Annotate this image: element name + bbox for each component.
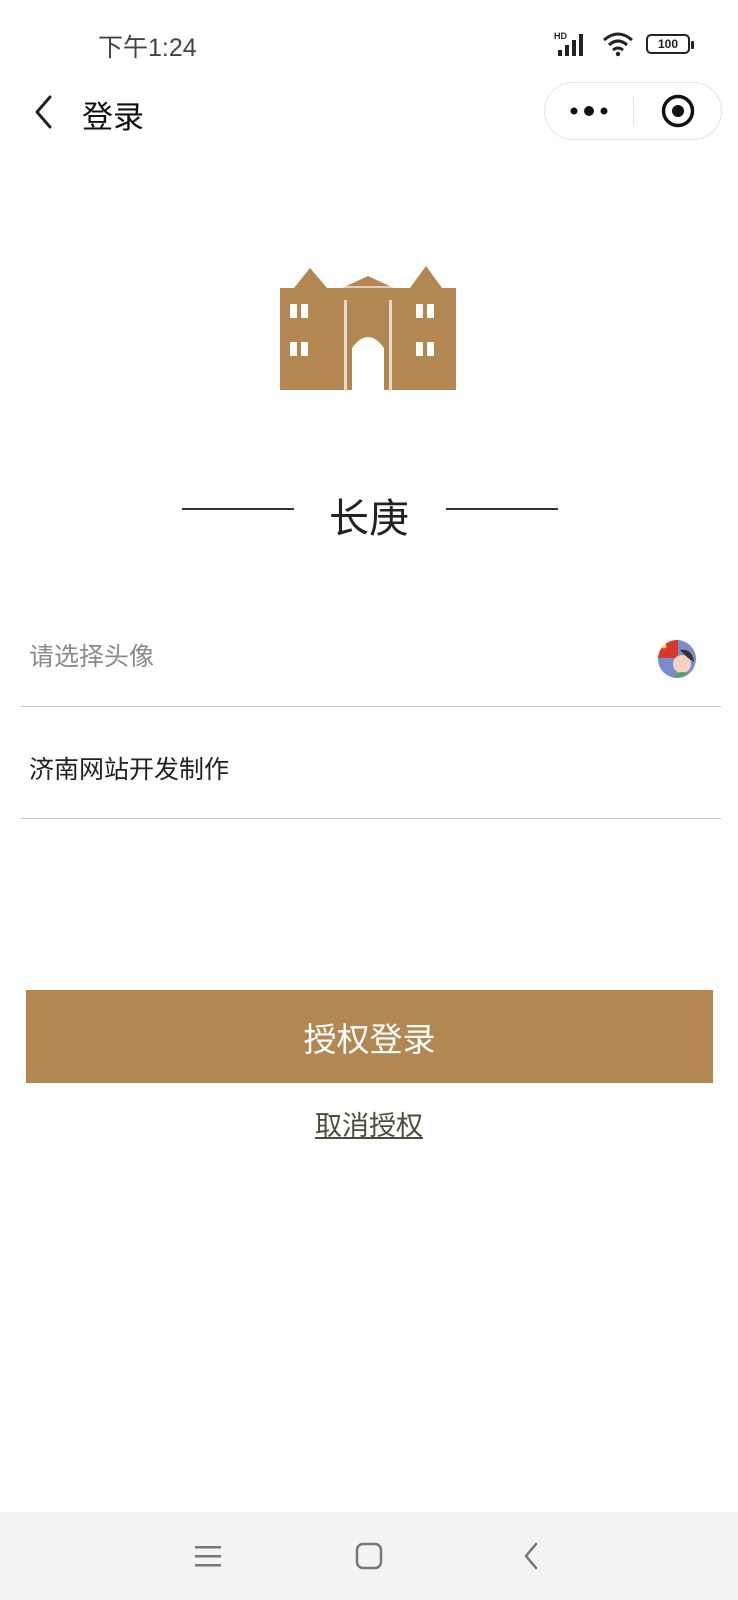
brand-name: 长庚 xyxy=(329,496,409,542)
status-icons: HD 100 xyxy=(554,28,694,60)
brand-divider-right xyxy=(446,508,558,510)
cancel-authorization-link[interactable]: 取消授权 xyxy=(0,1104,738,1143)
nickname-field[interactable]: 济南网站开发制作 xyxy=(29,750,229,786)
home-icon xyxy=(355,1542,383,1570)
status-time: 下午1:24 xyxy=(98,34,197,62)
home-button[interactable] xyxy=(345,1532,393,1580)
network-label: HD xyxy=(554,31,567,41)
nickname-row[interactable]: 济南网站开发制作 xyxy=(20,706,721,819)
avatar-picker-row[interactable]: 请选择头像 xyxy=(20,610,721,707)
back-icon xyxy=(524,1542,538,1570)
authorize-login-button[interactable]: 授权登录 xyxy=(26,990,713,1083)
signal-icon: HD xyxy=(554,31,583,56)
more-dots-icon xyxy=(570,106,608,116)
back-icon xyxy=(35,95,52,129)
menu-button[interactable] xyxy=(184,1532,232,1580)
status-bar: 下午1:24 HD 100 xyxy=(0,0,738,88)
nav-bar: 登录 xyxy=(0,80,738,144)
target-icon xyxy=(661,94,695,128)
battery-level: 100 xyxy=(657,37,679,51)
close-mini-program-button[interactable] xyxy=(634,83,722,139)
battery-icon: 100 xyxy=(646,34,694,54)
page-title: 登录 xyxy=(82,100,144,136)
avatar[interactable] xyxy=(658,640,696,678)
back-button[interactable] xyxy=(24,90,64,134)
brand-header: 长庚 xyxy=(0,480,738,542)
avatar-picker-label: 请选择头像 xyxy=(29,642,155,671)
building-logo-icon xyxy=(272,230,464,410)
mini-program-capsule xyxy=(544,82,722,140)
system-back-button[interactable] xyxy=(507,1532,555,1580)
wifi-icon xyxy=(603,32,633,57)
menu-icon xyxy=(195,1546,221,1567)
more-button[interactable] xyxy=(545,83,633,139)
system-navigation-bar xyxy=(0,1512,738,1600)
